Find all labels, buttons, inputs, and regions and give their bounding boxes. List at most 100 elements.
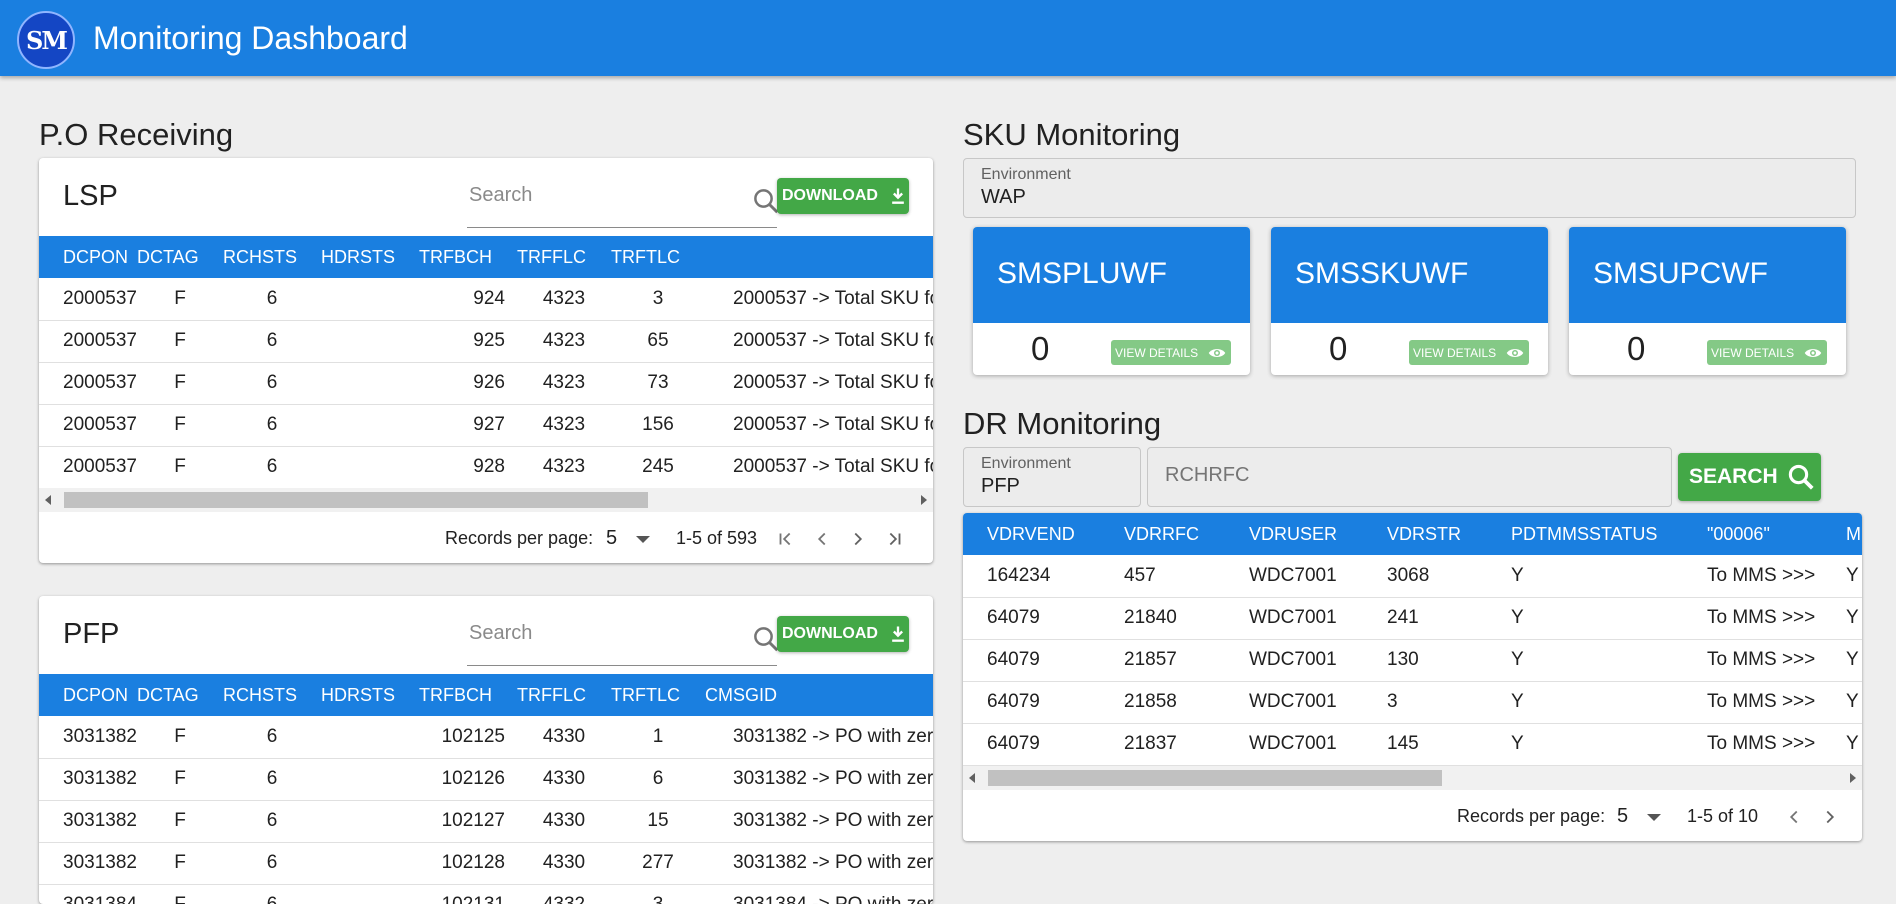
rchrfc-input[interactable]	[1165, 464, 1645, 487]
table-cell: 64079	[963, 639, 1100, 682]
column-header[interactable]: TRFBCH	[419, 674, 517, 716]
table-cell: F	[137, 800, 223, 843]
environment-label: Environment	[981, 166, 1071, 183]
table-cell: 4323	[517, 404, 611, 447]
column-header[interactable]: DCTAG	[137, 674, 223, 716]
lsp-download-button[interactable]: DOWNLOAD	[777, 178, 909, 214]
table-cell: 102126	[419, 758, 517, 801]
download-icon	[892, 626, 904, 642]
lsp-horizontal-scrollbar[interactable]	[39, 488, 933, 512]
column-header[interactable]: VDRVEND	[963, 513, 1100, 555]
table-cell: 927	[419, 404, 517, 447]
column-header[interactable]: PDTMMSSTATUS	[1487, 513, 1683, 555]
next-page-icon[interactable]	[847, 528, 869, 550]
table-cell: 145	[1363, 723, 1487, 766]
sku-card-smsupcwf: SMSUPCWF 0 VIEW DETAILS	[1569, 227, 1846, 375]
table-cell: Y	[1822, 723, 1862, 766]
column-header[interactable]: VDRRFC	[1100, 513, 1225, 555]
lsp-pagination: Records per page: 5 1-5 of 593	[39, 518, 933, 558]
chevron-down-icon[interactable]	[1647, 814, 1661, 821]
pfp-header-row: DCPON DCTAG RCHSTS HDRSTS TRFBCH TRFFLC TRFTLC…	[39, 674, 933, 716]
view-details-button[interactable]: VIEW DETAILS	[1707, 340, 1827, 365]
column-header[interactable]: DCPON	[39, 674, 137, 716]
column-header[interactable]: HDRSTS	[321, 674, 419, 716]
table-cell: 4330	[517, 758, 611, 801]
column-header[interactable]: DCTAG	[137, 236, 223, 278]
column-header[interactable]: DCPON	[39, 236, 137, 278]
table-cell: 4330	[517, 842, 611, 885]
records-per-page-select[interactable]: 5	[606, 527, 617, 550]
records-per-page-select[interactable]: 5	[1617, 805, 1628, 828]
column-header[interactable]: TRFBCH	[419, 236, 517, 278]
table-cell: 3068	[1363, 555, 1487, 598]
table-cell: F	[137, 716, 223, 759]
table-cell: To MMS >>>	[1683, 597, 1822, 640]
environment-value: PFP	[981, 475, 1020, 497]
pfp-download-button[interactable]: DOWNLOAD	[777, 616, 909, 652]
column-header[interactable]: TRFFLC	[517, 674, 611, 716]
dr-search-button[interactable]: SEARCH	[1678, 453, 1821, 501]
table-cell: 156	[611, 404, 705, 447]
column-header[interactable]: MM	[1822, 513, 1862, 555]
sku-card-header: SMSUPCWF	[1569, 227, 1846, 323]
pfp-search-input[interactable]	[469, 622, 739, 645]
dr-horizontal-scrollbar[interactable]	[963, 766, 1862, 790]
scroll-right-icon[interactable]	[921, 495, 927, 505]
table-row[interactable]: 64079 21857 WDC7001 130 Y To MMS >>> Y	[963, 639, 1862, 682]
table-row[interactable]: 3031382 F 6 102128 4330 277 3031382 -> PO with…	[39, 842, 933, 885]
table-row[interactable]: 64079 21837 WDC7001 145 Y To MMS >>> Y	[963, 723, 1862, 766]
column-header[interactable]: TRFFLC	[517, 236, 611, 278]
chevron-down-icon[interactable]	[636, 536, 650, 543]
column-header[interactable]: TRFTLC	[611, 674, 705, 716]
column-header[interactable]	[705, 236, 933, 278]
table-row[interactable]: 3031382 F 6 102127 4330 15 3031382 -> PO with …	[39, 800, 933, 843]
table-cell	[321, 884, 419, 904]
previous-page-icon[interactable]	[811, 528, 833, 550]
table-row[interactable]: 64079 21840 WDC7001 241 Y To MMS >>> Y	[963, 597, 1862, 640]
column-header[interactable]: VDRUSER	[1225, 513, 1363, 555]
table-cell: 64079	[963, 681, 1100, 724]
column-header[interactable]: CMSGID	[705, 674, 933, 716]
scroll-left-icon[interactable]	[45, 495, 51, 505]
table-row[interactable]: 2000537 F 6 924 4323 3 2000537 -> Total SKU fo	[39, 278, 933, 321]
column-header[interactable]: TRFTLC	[611, 236, 705, 278]
view-details-button[interactable]: VIEW DETAILS	[1111, 340, 1231, 365]
table-cell: 3	[611, 278, 705, 321]
view-details-button[interactable]: VIEW DETAILS	[1409, 340, 1529, 365]
sku-environment-select[interactable]: Environment WAP	[963, 158, 1856, 218]
table-row[interactable]: 3031384F6 102131433233031384 -> PO with z…	[39, 884, 933, 904]
table-cell: 21837	[1100, 723, 1225, 766]
previous-page-icon[interactable]	[1783, 806, 1805, 828]
first-page-icon[interactable]	[775, 528, 797, 550]
page-range-text: 1-5 of 10	[1687, 806, 1759, 826]
column-header[interactable]: HDRSTS	[321, 236, 419, 278]
dr-environment-select[interactable]: Environment PFP	[963, 447, 1141, 507]
table-cell: 3	[611, 884, 705, 904]
column-header[interactable]: VDRSTR	[1363, 513, 1487, 555]
scroll-thumb[interactable]	[988, 770, 1442, 786]
column-header[interactable]: "00006"	[1683, 513, 1822, 555]
last-page-icon[interactable]	[883, 528, 905, 550]
table-row[interactable]: 2000537 F 6 928 4323 245 2000537 -> Total SKU …	[39, 446, 933, 489]
table-row[interactable]: 3031382 F 6 102125 4330 1 3031382 -> PO with z…	[39, 716, 933, 759]
table-row[interactable]: 2000537 F 6 926 4323 73 2000537 -> Total SKU f…	[39, 362, 933, 405]
table-cell: 3031382 -> PO with zer	[705, 842, 933, 885]
app-title: Monitoring Dashboard	[93, 20, 408, 56]
column-header[interactable]: RCHSTS	[223, 236, 321, 278]
table-cell: 925	[419, 320, 517, 363]
scroll-right-icon[interactable]	[1850, 773, 1856, 783]
table-row[interactable]: 164234 457 WDC7001 3068 Y To MMS >>> Y	[963, 555, 1862, 598]
table-row[interactable]: 64079 21858 WDC7001 3 Y To MMS >>> Y	[963, 681, 1862, 724]
scroll-left-icon[interactable]	[969, 773, 975, 783]
table-cell: 21857	[1100, 639, 1225, 682]
table-row[interactable]: 2000537 F 6 927 4323 156 2000537 -> Total SKU …	[39, 404, 933, 447]
next-page-icon[interactable]	[1819, 806, 1841, 828]
table-row[interactable]: 2000537 F 6 925 4323 65 2000537 -> Total SKU f…	[39, 320, 933, 363]
eye-icon	[1208, 349, 1226, 357]
table-cell: F	[137, 362, 223, 405]
table-row[interactable]: 3031382 F 6 102126 4330 6 3031382 -> PO with z…	[39, 758, 933, 801]
table-cell: F	[137, 404, 223, 447]
column-header[interactable]: RCHSTS	[223, 674, 321, 716]
scroll-thumb[interactable]	[64, 492, 648, 508]
lsp-search-input[interactable]	[469, 184, 739, 207]
